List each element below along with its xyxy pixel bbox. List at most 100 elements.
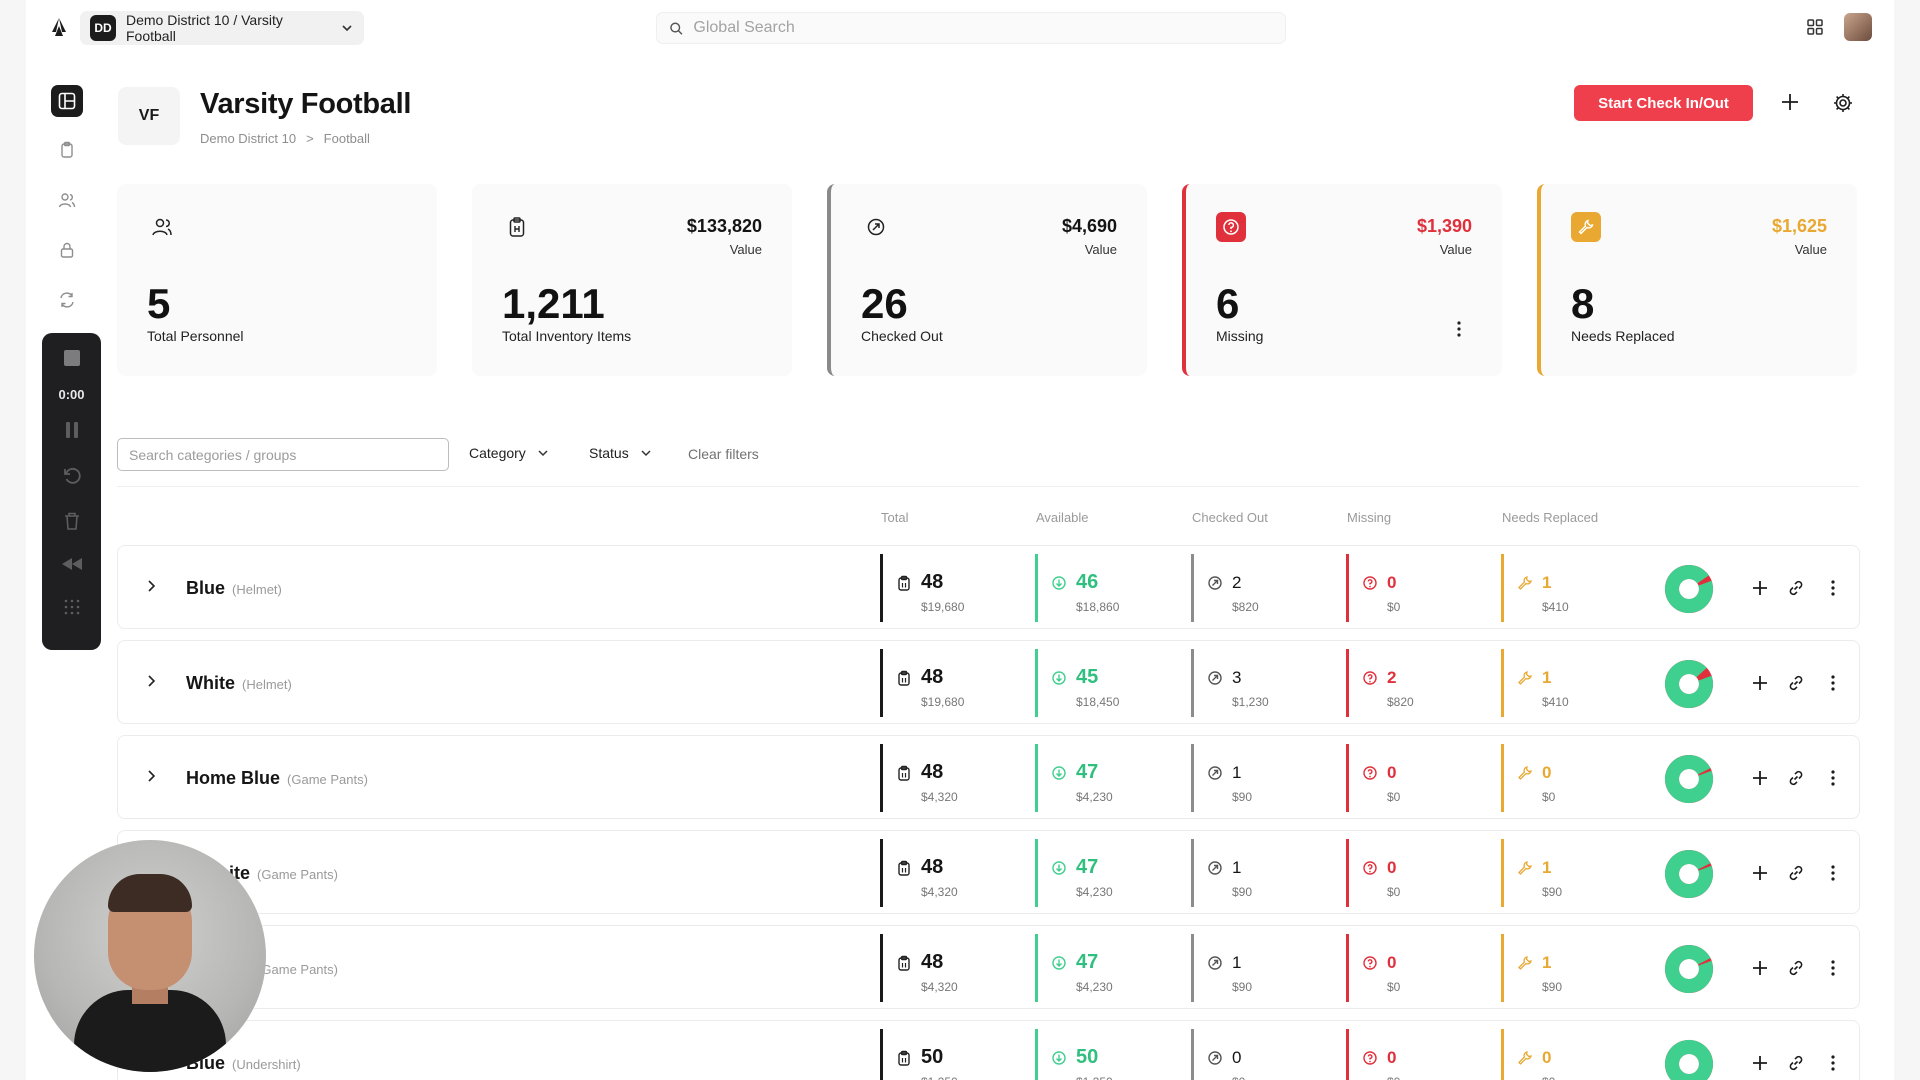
more-options-icon[interactable] — [1823, 578, 1843, 598]
cell-checked-out[interactable]: 1 $90 — [1191, 839, 1331, 907]
breadcrumb-sport[interactable]: Football — [324, 131, 370, 146]
link-icon[interactable] — [1786, 768, 1806, 788]
settings-gear-icon[interactable] — [1832, 92, 1854, 114]
cell-available[interactable]: 46 $18,860 — [1035, 554, 1175, 622]
cell-checked-out[interactable]: 1 $90 — [1191, 744, 1331, 812]
more-options-icon[interactable] — [1823, 958, 1843, 978]
table-row[interactable]: Blue (Helmet) 48 $19,680 46 $18,860 2 $820 0 $0 1… — [117, 545, 1860, 629]
cell-checked-out[interactable]: 1 $90 — [1191, 934, 1331, 1002]
cell-total[interactable]: 48 $4,320 — [880, 839, 1020, 907]
checked-out-count: 3 — [1232, 668, 1242, 687]
global-search-input[interactable] — [693, 19, 1273, 37]
wrench-icon — [1518, 956, 1532, 970]
status-filter-dropdown[interactable]: Status — [589, 445, 653, 461]
table-row[interactable]: y White (Game Pants)48$4,32047$4,2301$90… — [117, 830, 1860, 914]
stat-total-inventory[interactable]: $133,820 Value 1,211 Total Inventory Ite… — [472, 184, 792, 376]
cell-available[interactable]: 50 $1,250 — [1035, 1029, 1175, 1080]
nav-exchange[interactable] — [51, 284, 83, 316]
available-amount: $1,250 — [1076, 1075, 1113, 1080]
cell-total[interactable]: 48 $4,320 — [880, 744, 1020, 812]
cell-total[interactable]: 48 $19,680 — [880, 554, 1020, 622]
stat-missing[interactable]: $1,390 Value 6 Missing — [1182, 184, 1502, 376]
link-icon[interactable] — [1786, 673, 1806, 693]
expand-chevron-icon[interactable] — [143, 578, 159, 594]
more-options-icon[interactable] — [1823, 768, 1843, 788]
add-icon[interactable] — [1750, 1053, 1770, 1073]
more-options-icon[interactable] — [1823, 1053, 1843, 1073]
cell-missing[interactable]: 0 $0 — [1346, 839, 1486, 907]
cell-available[interactable]: 47 $4,230 — [1035, 839, 1175, 907]
more-options-icon[interactable] — [1456, 320, 1462, 338]
cell-available[interactable]: 47 $4,230 — [1035, 934, 1175, 1002]
expand-chevron-icon[interactable] — [143, 768, 159, 784]
table-row[interactable]: e Silver (Game Pants)48$4,32047$4,2301$9… — [117, 925, 1860, 1009]
cell-needs-replaced[interactable]: 1 $410 — [1501, 649, 1641, 717]
cell-needs-replaced[interactable]: 1 $90 — [1501, 934, 1641, 1002]
stat-checked-out[interactable]: $4,690 Value 26 Checked Out — [827, 184, 1147, 376]
missing-amount: $0 — [1387, 885, 1401, 899]
link-icon[interactable] — [1786, 578, 1806, 598]
cell-needs-replaced[interactable]: 0 $0 — [1501, 744, 1641, 812]
stat-count: 8 — [1571, 280, 1595, 327]
cell-total[interactable]: 50 $1,250 — [880, 1029, 1020, 1080]
add-icon[interactable] — [1750, 958, 1770, 978]
cell-checked-out[interactable]: 0 $0 — [1191, 1029, 1331, 1080]
cell-available[interactable]: 45 $18,450 — [1035, 649, 1175, 717]
table-row[interactable]: White (Helmet) 48 $19,680 45 $18,450 3 $1,230 2… — [117, 640, 1860, 724]
needs-replaced-count: 0 — [1542, 763, 1552, 782]
nav-dashboard[interactable] — [51, 85, 83, 117]
table-row[interactable]: Home Blue (Game Pants) 48 $4,320 47 $4,230 1 $… — [117, 735, 1860, 819]
app-logo-icon[interactable] — [48, 16, 70, 38]
add-icon[interactable] — [1750, 768, 1770, 788]
delete-record-button[interactable] — [42, 511, 101, 531]
nav-inventory[interactable] — [51, 134, 83, 166]
category-filter-dropdown[interactable]: Category — [469, 445, 550, 461]
table-row[interactable]: Blue (Undershirt)50$1,25050$1,2500$00$00… — [117, 1020, 1860, 1080]
add-icon[interactable] — [1750, 673, 1770, 693]
restart-record-button[interactable] — [42, 466, 101, 486]
stat-total-personnel[interactable]: 5 Total Personnel — [117, 184, 437, 376]
cell-missing[interactable]: 0 $0 — [1346, 554, 1486, 622]
cell-total[interactable]: 48 $4,320 — [880, 934, 1020, 1002]
nav-personnel[interactable] — [51, 184, 83, 216]
missing-count: 0 — [1387, 858, 1397, 877]
add-icon[interactable] — [1750, 578, 1770, 598]
clipboard-icon — [898, 955, 910, 971]
more-record-options[interactable] — [42, 598, 101, 616]
apps-grid-icon[interactable] — [1806, 18, 1824, 36]
cell-missing[interactable]: 0 $0 — [1346, 934, 1486, 1002]
cell-checked-out[interactable]: 3 $1,230 — [1191, 649, 1331, 717]
cell-missing[interactable]: 0 $0 — [1346, 744, 1486, 812]
column-header-needs-replaced: Needs Replaced — [1502, 510, 1599, 525]
add-icon[interactable] — [1750, 863, 1770, 883]
stat-needs-replaced[interactable]: $1,625 Value 8 Needs Replaced — [1537, 184, 1857, 376]
link-icon[interactable] — [1786, 958, 1806, 978]
add-icon[interactable] — [1778, 90, 1802, 114]
district-selector[interactable]: DD Demo District 10 / Varsity Football — [80, 11, 364, 45]
cell-missing[interactable]: 0 $0 — [1346, 1029, 1486, 1080]
nav-lockers[interactable] — [51, 234, 83, 266]
available-count: 45 — [1076, 666, 1099, 688]
link-icon[interactable] — [1786, 1053, 1806, 1073]
cell-available[interactable]: 47 $4,230 — [1035, 744, 1175, 812]
user-avatar[interactable] — [1844, 13, 1872, 41]
cell-needs-replaced[interactable]: 1 $410 — [1501, 554, 1641, 622]
more-options-icon[interactable] — [1823, 673, 1843, 693]
cell-needs-replaced[interactable]: 0 $0 — [1501, 1029, 1641, 1080]
global-search[interactable] — [656, 12, 1286, 44]
more-options-icon[interactable] — [1823, 863, 1843, 883]
expand-chevron-icon[interactable] — [143, 673, 159, 689]
pause-record-button[interactable] — [42, 421, 101, 439]
left-gutter — [0, 0, 26, 1080]
stop-record-button[interactable] — [42, 349, 101, 367]
breadcrumb-district[interactable]: Demo District 10 — [200, 131, 296, 146]
cell-missing[interactable]: 2 $820 — [1346, 649, 1486, 717]
link-icon[interactable] — [1786, 863, 1806, 883]
cell-needs-replaced[interactable]: 1 $90 — [1501, 839, 1641, 907]
cell-checked-out[interactable]: 2 $820 — [1191, 554, 1331, 622]
category-search-input[interactable] — [117, 438, 449, 471]
clear-filters-link[interactable]: Clear filters — [688, 446, 759, 462]
cell-total[interactable]: 48 $19,680 — [880, 649, 1020, 717]
start-check-in-out-button[interactable]: Start Check In/Out — [1574, 85, 1753, 121]
rewind-button[interactable] — [42, 557, 101, 571]
